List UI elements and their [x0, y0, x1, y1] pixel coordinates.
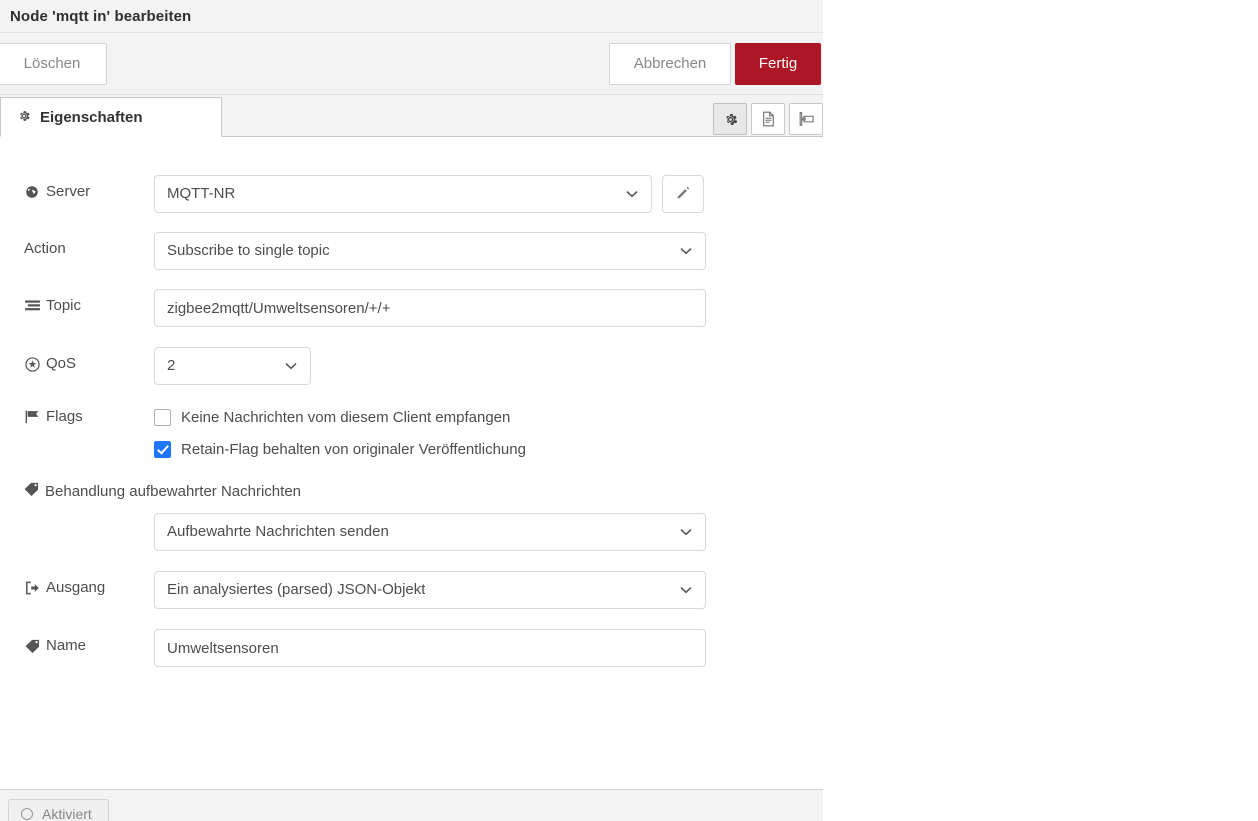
dialog-title-bar: Node 'mqtt in' bearbeiten [0, 0, 823, 33]
gear-icon [723, 112, 738, 127]
flags-label-text: Flags [46, 408, 83, 425]
server-label: Server [24, 175, 154, 209]
form-row-topic: Topic [24, 289, 706, 327]
qos-value: 2 [167, 357, 176, 374]
dialog-title: Node 'mqtt in' bearbeiten [10, 7, 192, 25]
done-button[interactable]: Fertig [735, 42, 821, 85]
tab-tool-buttons [713, 103, 823, 136]
gear-icon [17, 109, 31, 126]
flag-retain-as-published-label: Retain-Flag behalten von originaler Verö… [181, 440, 526, 458]
asterisk-icon [24, 356, 40, 372]
enabled-toggle-button[interactable]: Aktiviert [8, 799, 109, 821]
flag-no-local-label: Keine Nachrichten vom diesem Client empf… [181, 408, 511, 426]
action-label-text: Action [24, 240, 66, 257]
server-value: MQTT-NR [167, 185, 236, 202]
tag-icon [24, 482, 39, 500]
retained-handling-label: Behandlung aufbewahrter Nachrichten [24, 482, 301, 500]
chevron-down-icon [680, 514, 692, 550]
edit-node-dialog: Node 'mqtt in' bearbeiten Löschen Abbrec… [0, 0, 823, 821]
form-row-action: Action Subscribe to single topic [24, 232, 706, 270]
sign-out-icon [24, 581, 40, 595]
tab-properties[interactable]: Eigenschaften [0, 97, 222, 137]
form-row-output: Ausgang Ein analysiertes (parsed) JSON-O… [24, 571, 706, 609]
globe-icon [24, 185, 40, 199]
retained-handling-select[interactable]: Aufbewahrte Nachrichten senden [154, 513, 706, 551]
qos-label: QoS [24, 347, 154, 381]
name-input[interactable] [154, 629, 706, 667]
appearance-tool-button[interactable] [789, 103, 823, 135]
enabled-toggle-label: Aktiviert [42, 806, 92, 821]
properties-form: Server MQTT-NR Action Subscribe to singl… [0, 138, 823, 789]
qos-label-text: QoS [46, 355, 77, 372]
output-value: Ein analysiertes (parsed) JSON-Objekt [167, 581, 426, 598]
properties-tool-button[interactable] [713, 103, 747, 135]
action-label: Action [24, 232, 154, 266]
topic-label: Topic [24, 289, 154, 323]
topic-label-text: Topic [46, 297, 82, 314]
retained-handling-label-text: Behandlung aufbewahrter Nachrichten [45, 482, 302, 500]
flags-label: Flags [24, 400, 154, 434]
output-select[interactable]: Ein analysiertes (parsed) JSON-Objekt [154, 571, 706, 609]
tab-properties-label: Eigenschaften [40, 108, 143, 126]
flag-retain-as-published[interactable]: Retain-Flag behalten von originaler Verö… [154, 434, 526, 464]
action-select[interactable]: Subscribe to single topic [154, 232, 706, 270]
output-label: Ausgang [24, 571, 154, 605]
dialog-tab-bar: Eigenschaften [0, 95, 823, 137]
retained-handling-value: Aufbewahrte Nachrichten senden [167, 523, 389, 540]
flag-icon [24, 410, 40, 424]
chevron-down-icon [285, 348, 297, 384]
edit-server-button[interactable] [662, 175, 704, 213]
chevron-down-icon [626, 176, 638, 212]
pencil-icon [676, 185, 691, 203]
flag-no-local[interactable]: Keine Nachrichten vom diesem Client empf… [154, 402, 526, 432]
cancel-button[interactable]: Abbrechen [609, 42, 731, 85]
description-tool-button[interactable] [751, 103, 785, 135]
form-row-flags: Flags Keine Nachrichten vom diesem Clien… [24, 400, 526, 464]
flag-no-local-checkbox[interactable] [154, 408, 171, 426]
name-label: Name [24, 629, 154, 663]
tag-icon [24, 639, 40, 653]
name-label-text: Name [46, 637, 87, 654]
output-label-text: Ausgang [46, 579, 106, 596]
delete-button[interactable]: Löschen [0, 42, 107, 85]
form-row-retained-handling: Aufbewahrte Nachrichten senden [24, 513, 706, 551]
tasks-icon [24, 299, 40, 313]
form-row-qos: QoS 2 [24, 347, 311, 385]
server-label-text: Server [46, 183, 91, 200]
topic-input[interactable] [154, 289, 706, 327]
form-row-name: Name [24, 629, 706, 667]
circle-icon [21, 808, 33, 820]
qos-select[interactable]: 2 [154, 347, 311, 385]
tab-bar-filler [222, 95, 713, 136]
description-icon [761, 111, 776, 127]
chevron-down-icon [680, 572, 692, 608]
chevron-down-icon [680, 233, 692, 269]
flag-retain-as-published-checkbox[interactable] [154, 440, 171, 458]
form-row-server: Server MQTT-NR [24, 175, 704, 213]
dialog-action-bar: Löschen Abbrechen Fertig [0, 33, 823, 95]
server-select[interactable]: MQTT-NR [154, 175, 652, 213]
action-value: Subscribe to single topic [167, 242, 330, 259]
dialog-footer: Aktiviert [0, 789, 823, 821]
appearance-icon [798, 111, 815, 127]
